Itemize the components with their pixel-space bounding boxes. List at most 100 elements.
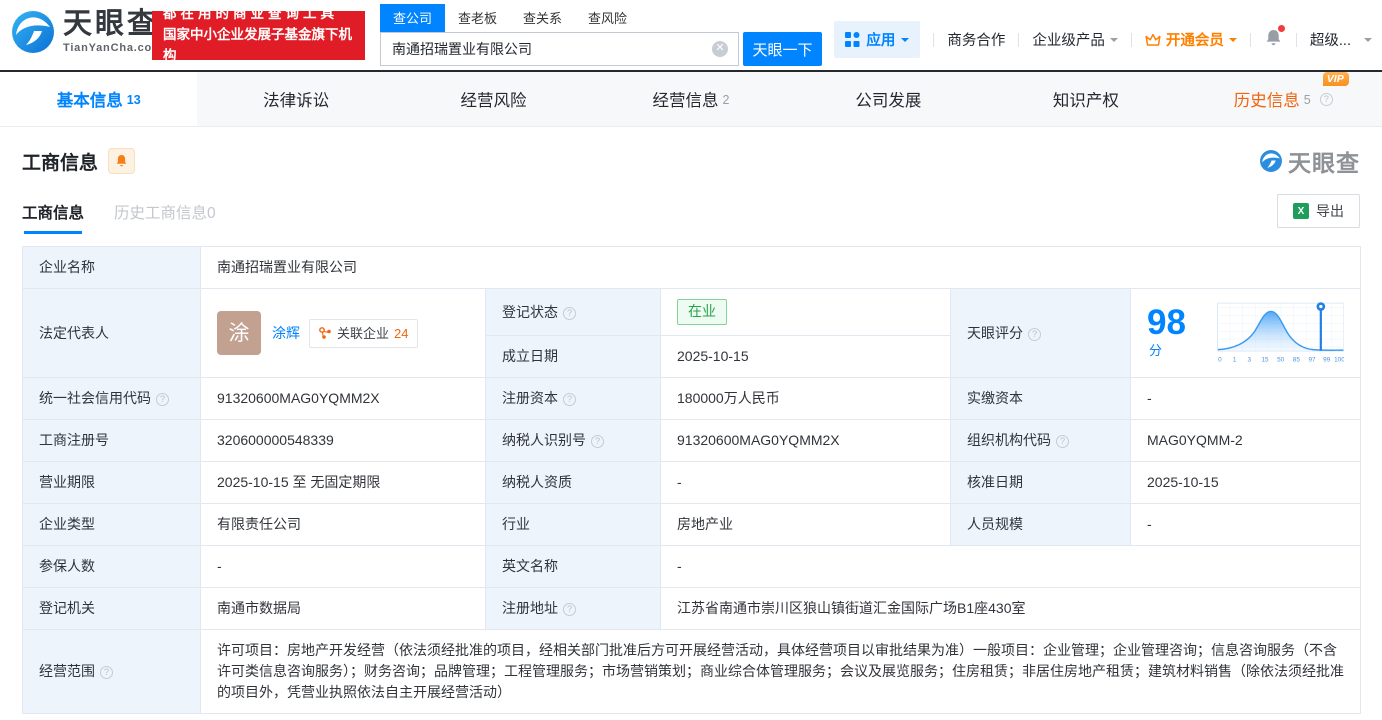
svg-text:85: 85 bbox=[1292, 356, 1300, 363]
menu-open-vip[interactable]: 开通会员 bbox=[1145, 29, 1237, 50]
reg-address-value: 江苏省南通市崇川区狼山镇街道汇金国际广场B1座430室 bbox=[661, 588, 1361, 630]
table-row: 企业名称 南通招瑞置业有限公司 bbox=[23, 247, 1361, 289]
tab-label: 知识产权 bbox=[1053, 87, 1119, 111]
avatar[interactable]: 涂 bbox=[217, 311, 261, 355]
divider bbox=[1131, 33, 1132, 47]
help-icon[interactable]: ? bbox=[563, 603, 576, 616]
field-label: 组织机构代码? bbox=[951, 420, 1131, 462]
table-row: 企业类型 有限责任公司 行业 房地产业 人员规模 - bbox=[23, 504, 1361, 546]
establish-date-value: 2025-10-15 bbox=[661, 336, 951, 378]
reg-status-value: 在业 bbox=[661, 289, 951, 336]
field-label: 企业名称 bbox=[23, 247, 201, 289]
search-tabs: 查公司 查老板 查关系 查风险 bbox=[380, 4, 822, 32]
search-tab-boss[interactable]: 查老板 bbox=[445, 4, 510, 32]
vip-badge: VIP bbox=[1323, 72, 1349, 86]
tab-basic-info[interactable]: 基本信息 13 bbox=[0, 72, 197, 126]
search-input[interactable] bbox=[381, 41, 712, 57]
subsection-tabs-row: 工商信息 历史工商信息0 X 导出 bbox=[0, 178, 1382, 234]
menu-enterprise[interactable]: 企业级产品 bbox=[1032, 29, 1118, 50]
field-label: 纳税人资质 bbox=[486, 462, 661, 504]
apps-label: 应用 bbox=[866, 29, 895, 50]
divider bbox=[1018, 33, 1019, 47]
field-label: 实缴资本 bbox=[951, 378, 1131, 420]
svg-text:100: 100 bbox=[1334, 356, 1344, 363]
promo-line1: 都在用的商业查询工具 bbox=[163, 4, 354, 25]
score-distribution-chart: 0 1 3 15 50 85 97 99 100 bbox=[1217, 299, 1344, 367]
svg-text:1: 1 bbox=[1233, 356, 1237, 363]
excel-icon: X bbox=[1293, 203, 1309, 219]
table-row: 营业期限 2025-10-15 至 无固定期限 纳税人资质 - 核准日期 202… bbox=[23, 462, 1361, 504]
export-button[interactable]: X 导出 bbox=[1277, 194, 1360, 228]
field-label: 行业 bbox=[486, 504, 661, 546]
table-row: 法定代表人 涂 涂辉 关联企业 24 bbox=[23, 289, 1361, 336]
company-nav-tabs: 基本信息 13 法律诉讼 经营风险 经营信息 2 公司发展 知识产权 历史信息 … bbox=[0, 72, 1382, 127]
subtab-business-registration[interactable]: 工商信息 bbox=[22, 201, 84, 234]
table-row: 统一社会信用代码? 91320600MAG0YQMM2X 注册资本? 18000… bbox=[23, 378, 1361, 420]
search-area: 查公司 查老板 查关系 查风险 ✕ 天眼一下 bbox=[380, 4, 822, 66]
monitor-bell-button[interactable] bbox=[108, 148, 135, 174]
tianyancha-logo[interactable]: 天眼查 TianYanCha.com bbox=[10, 9, 163, 55]
help-icon[interactable]: ? bbox=[1320, 93, 1333, 106]
svg-text:0: 0 bbox=[1218, 356, 1222, 363]
score-value-group: 98分 bbox=[1147, 305, 1201, 361]
watermark-logo: 天眼查 bbox=[1259, 144, 1360, 178]
table-row: 参保人数 - 英文名称 - bbox=[23, 546, 1361, 588]
legal-rep-link[interactable]: 涂辉 bbox=[272, 323, 300, 344]
crown-icon bbox=[1145, 33, 1161, 47]
search-box: ✕ bbox=[380, 32, 739, 66]
company-name-value: 南通招瑞置业有限公司 bbox=[201, 247, 1361, 289]
tab-intellectual-property[interactable]: 知识产权 bbox=[987, 72, 1184, 126]
svg-text:97: 97 bbox=[1308, 356, 1316, 363]
section-header: 工商信息 天眼查 bbox=[0, 127, 1382, 178]
clear-icon[interactable]: ✕ bbox=[712, 41, 728, 57]
tab-company-development[interactable]: 公司发展 bbox=[790, 72, 987, 126]
english-name-value: - bbox=[661, 546, 1361, 588]
chevron-down-icon[interactable] bbox=[1364, 38, 1372, 46]
top-header: 天眼查 TianYanCha.com 都在用的商业查询工具 国家中小企业发展子基… bbox=[0, 0, 1382, 70]
score-value: 98 bbox=[1147, 303, 1186, 342]
relation-graph-icon bbox=[319, 327, 332, 340]
menu-cooperation[interactable]: 商务合作 bbox=[947, 29, 1005, 50]
help-icon[interactable]: ? bbox=[100, 666, 113, 679]
related-companies-badge[interactable]: 关联企业 24 bbox=[309, 319, 418, 348]
tab-business-info[interactable]: 经营信息 2 bbox=[592, 72, 789, 126]
tianyancha-logo-icon bbox=[10, 9, 56, 55]
search-tab-relation[interactable]: 查关系 bbox=[510, 4, 575, 32]
user-menu[interactable]: 超级... bbox=[1310, 29, 1351, 50]
score-cell: 98分 bbox=[1131, 289, 1361, 378]
orange-bell-icon bbox=[115, 154, 128, 168]
search-button[interactable]: 天眼一下 bbox=[743, 32, 822, 66]
credit-code-value: 91320600MAG0YQMM2X bbox=[201, 378, 486, 420]
tab-label: 基本信息 bbox=[57, 87, 123, 111]
tab-history-info[interactable]: 历史信息 5 VIP ? bbox=[1185, 72, 1382, 126]
help-icon[interactable]: ? bbox=[1028, 328, 1041, 341]
status-badge: 在业 bbox=[677, 299, 727, 325]
search-tab-risk[interactable]: 查风险 bbox=[575, 4, 640, 32]
reg-authority-value: 南通市数据局 bbox=[201, 588, 486, 630]
search-tab-company[interactable]: 查公司 bbox=[380, 4, 445, 32]
help-icon[interactable]: ? bbox=[156, 393, 169, 406]
apps-menu[interactable]: 应用 bbox=[834, 21, 920, 58]
field-label: 英文名称 bbox=[486, 546, 661, 588]
apps-grid-icon bbox=[845, 32, 860, 47]
field-label: 营业期限 bbox=[23, 462, 201, 504]
subtab-history-registration[interactable]: 历史工商信息0 bbox=[114, 201, 216, 234]
industry-value: 房地产业 bbox=[661, 504, 951, 546]
field-label: 经营范围? bbox=[23, 630, 201, 714]
enterprise-label: 企业级产品 bbox=[1032, 29, 1105, 50]
help-icon[interactable]: ? bbox=[591, 435, 604, 448]
tab-legal-litigation[interactable]: 法律诉讼 bbox=[197, 72, 394, 126]
notification-bell[interactable] bbox=[1264, 28, 1283, 52]
tab-label: 经营风险 bbox=[461, 87, 527, 111]
tab-business-risk[interactable]: 经营风险 bbox=[395, 72, 592, 126]
business-scope-value: 许可项目：房地产开发经营（依法须经批准的项目，经相关部门批准后方可开展经营活动，… bbox=[201, 630, 1361, 714]
paid-capital-value: - bbox=[1131, 378, 1361, 420]
taxpayer-id-value: 91320600MAG0YQMM2X bbox=[661, 420, 951, 462]
help-icon[interactable]: ? bbox=[563, 307, 576, 320]
staff-size-value: - bbox=[1131, 504, 1361, 546]
promo-banner[interactable]: 都在用的商业查询工具 国家中小企业发展子基金旗下机构 bbox=[152, 11, 365, 60]
field-label: 工商注册号 bbox=[23, 420, 201, 462]
help-icon[interactable]: ? bbox=[563, 393, 576, 406]
help-icon[interactable]: ? bbox=[1056, 435, 1069, 448]
related-count: 24 bbox=[394, 323, 408, 344]
